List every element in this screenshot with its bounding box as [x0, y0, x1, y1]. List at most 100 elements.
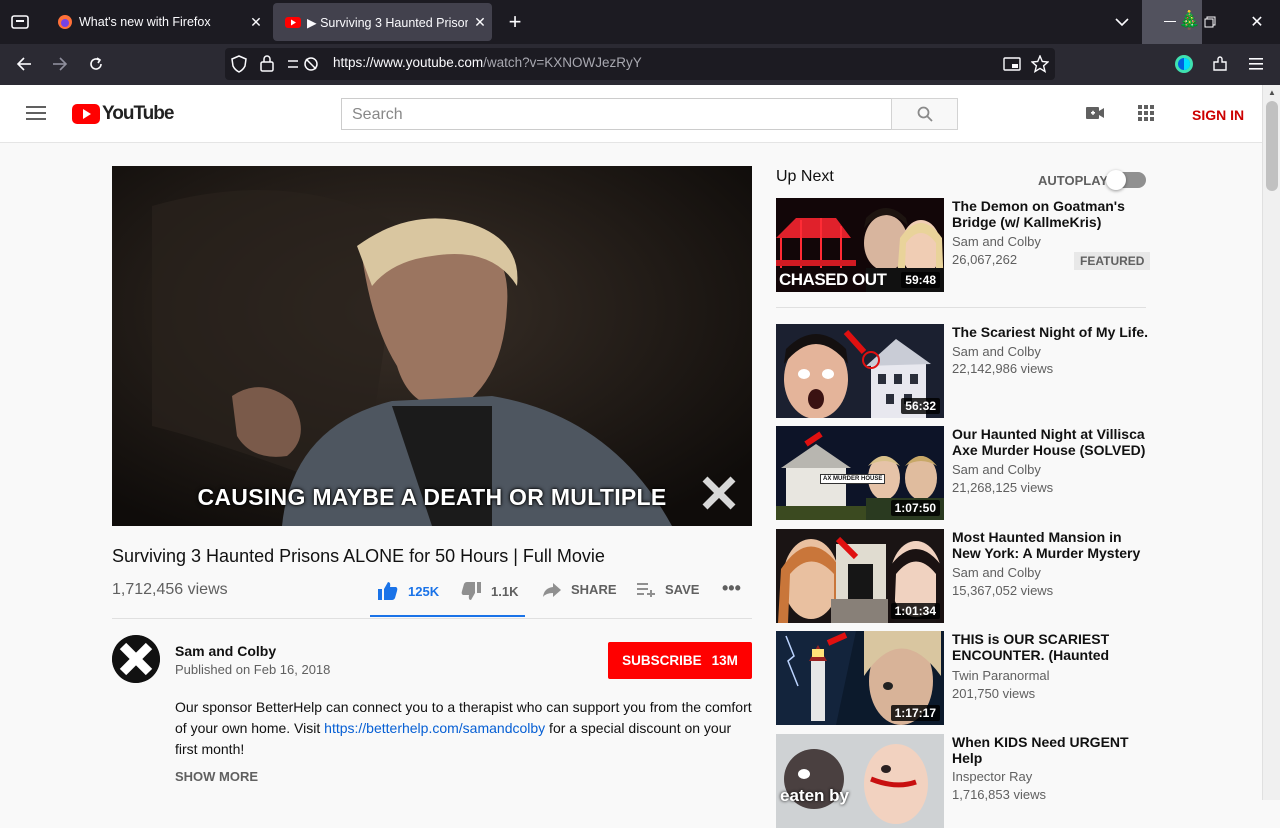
guide-menu-icon[interactable] [26, 106, 46, 125]
picture-in-picture-icon[interactable] [1003, 56, 1021, 75]
reload-icon[interactable] [84, 52, 108, 76]
lock-icon[interactable] [260, 55, 274, 75]
create-video-icon[interactable] [1086, 106, 1104, 125]
video-duration: 56:32 [901, 398, 940, 414]
video-channel: Sam and Colby [952, 462, 1041, 477]
suggested-video[interactable]: AX MURDER HOUSE 1:07:50 Our Haunted Nigh… [776, 426, 1156, 520]
featured-badge: FEATURED [1074, 252, 1151, 270]
shield-icon[interactable] [231, 55, 247, 76]
video-thumbnail[interactable]: 1:01:34 [776, 529, 944, 623]
search-input[interactable]: Search [341, 98, 892, 130]
thumbs-up-icon [378, 582, 398, 600]
thumbnail-text: AX MURDER HOUSE [820, 474, 886, 484]
suggested-video[interactable]: 56:32 The Scariest Night of My Life. Sam… [776, 324, 1156, 418]
minimize-button[interactable]: 🎄 [1142, 0, 1202, 44]
permissions-icon[interactable] [287, 56, 321, 75]
video-title[interactable]: Our Haunted Night at Villisca Axe Murder… [952, 426, 1152, 458]
video-title[interactable]: When KIDS Need URGENT Help [952, 734, 1152, 766]
suggested-video[interactable]: eaten by When KIDS Need URGENT Help Insp… [776, 734, 1156, 828]
publish-date: Published on Feb 16, 2018 [175, 662, 331, 677]
video-thumbnail[interactable]: CHASED OUT 59:48 [776, 198, 944, 292]
page-scrollbar[interactable]: ▲ [1262, 85, 1280, 800]
tab-firefox-whatsnew[interactable]: What's new with Firefox ✕ [45, 3, 268, 41]
share-icon [543, 582, 561, 597]
video-thumbnail[interactable]: 1:17:17 [776, 631, 944, 725]
video-thumbnail[interactable]: 56:32 [776, 324, 944, 418]
tab-list-icon[interactable] [8, 11, 32, 33]
video-title[interactable]: THIS is OUR SCARIEST ENCOUNTER. (Haunted [952, 631, 1152, 663]
channel-name[interactable]: Sam and Colby [175, 643, 276, 659]
video-thumbnail[interactable]: eaten by [776, 734, 944, 828]
up-next-heading: Up Next [776, 168, 834, 185]
video-views: 15,367,052 views [952, 583, 1054, 598]
video-views: 26,067,262 [952, 252, 1018, 267]
video-views: 201,750 views [952, 686, 1036, 701]
forward-icon[interactable] [48, 52, 72, 76]
suggested-video[interactable]: 1:01:34 Most Haunted Mansion in New York… [776, 529, 1156, 623]
video-views: 21,268,125 views [952, 480, 1054, 495]
description-link[interactable]: https://betterhelp.com/samandcolby [324, 720, 545, 736]
menu-hamburger-icon[interactable] [1244, 52, 1268, 76]
firefox-icon [57, 14, 73, 30]
channel-avatar[interactable] [112, 635, 160, 683]
video-description: Our sponsor BetterHelp can connect you t… [175, 697, 755, 760]
subscribe-button[interactable]: SUBSCRIBE 13M [608, 642, 752, 679]
save-button[interactable]: SAVE [637, 582, 699, 597]
show-more-button[interactable]: SHOW MORE [175, 769, 258, 784]
back-icon[interactable] [12, 52, 36, 76]
youtube-logo[interactable]: YouTube [72, 103, 174, 125]
subscriber-count: 13M [711, 653, 738, 668]
url-text: https://www.youtube.com/watch?v=KXNOWJez… [333, 55, 642, 70]
suggested-video[interactable]: CHASED OUT 59:48 The Demon on Goatman's … [776, 198, 1156, 292]
video-title: Surviving 3 Haunted Prisons ALONE for 50… [112, 546, 605, 566]
video-duration: 1:07:50 [890, 500, 940, 516]
tab-youtube-video[interactable]: ▶ Surviving 3 Haunted Prisons ALONE ✕ [273, 3, 492, 41]
sign-in-button[interactable]: SIGN IN [1192, 107, 1244, 123]
new-tab-icon[interactable]: + [503, 9, 527, 34]
dislike-button[interactable]: 1.1K [461, 582, 518, 600]
more-actions-icon[interactable]: ••• [722, 578, 741, 599]
video-duration: 1:01:34 [890, 603, 940, 619]
tab-title: What's new with Firefox [79, 15, 211, 29]
video-channel: Twin Paranormal [952, 668, 1050, 683]
apps-grid-icon[interactable] [1138, 105, 1154, 126]
search-button[interactable] [891, 98, 958, 130]
close-tab-icon[interactable]: ✕ [244, 14, 268, 31]
video-thumbnail[interactable]: AX MURDER HOUSE 1:07:50 [776, 426, 944, 520]
video-player[interactable]: CAUSING MAYBE A DEATH OR MULTIPLE [112, 166, 752, 526]
firefox-account-icon[interactable] [1172, 52, 1196, 76]
scrollbar-thumb[interactable] [1266, 101, 1278, 191]
video-title[interactable]: Most Haunted Mansion in New York: A Murd… [952, 529, 1152, 561]
url-bar[interactable]: https://www.youtube.com/watch?v=KXNOWJez… [225, 48, 1055, 80]
video-caption: CAUSING MAYBE A DEATH OR MULTIPLE [197, 484, 667, 510]
video-views: 22,142,986 views [952, 361, 1054, 376]
video-title[interactable]: The Scariest Night of My Life. [952, 324, 1152, 340]
video-duration: 59:48 [901, 272, 940, 288]
save-label: SAVE [665, 582, 700, 597]
youtube-header: YouTube Search SIGN IN [0, 85, 1262, 143]
playlist-add-icon [637, 582, 655, 597]
chevron-down-icon[interactable] [1110, 10, 1134, 34]
browser-tab-bar: What's new with Firefox ✕ ▶ Surviving 3 … [0, 0, 1280, 44]
close-window-icon[interactable]: ✕ [1245, 11, 1269, 33]
autoplay-toggle[interactable] [1106, 170, 1146, 190]
restore-window-icon[interactable] [1198, 11, 1222, 33]
close-tab-icon[interactable]: ✕ [468, 14, 492, 31]
like-count: 125K [408, 583, 440, 599]
thumbs-down-icon [461, 582, 481, 600]
extensions-icon[interactable] [1208, 52, 1232, 76]
thumbnail-text: CHASED OUT [779, 270, 887, 289]
search-icon [917, 106, 933, 122]
video-duration: 1:17:17 [890, 705, 940, 721]
youtube-logo-icon [72, 104, 100, 124]
video-frame-image [112, 166, 752, 526]
youtube-favicon-icon [285, 14, 301, 30]
suggested-video[interactable]: 1:17:17 THIS is OUR SCARIEST ENCOUNTER. … [776, 631, 1156, 725]
like-button[interactable]: 125K [378, 582, 439, 600]
bookmark-star-icon[interactable] [1030, 54, 1050, 76]
thumbnail-text: eaten by [780, 786, 849, 805]
share-button[interactable]: SHARE [543, 582, 617, 597]
video-title[interactable]: The Demon on Goatman's Bridge (w/ Kallme… [952, 198, 1152, 230]
video-channel: Sam and Colby [952, 234, 1041, 249]
divider [776, 307, 1146, 308]
